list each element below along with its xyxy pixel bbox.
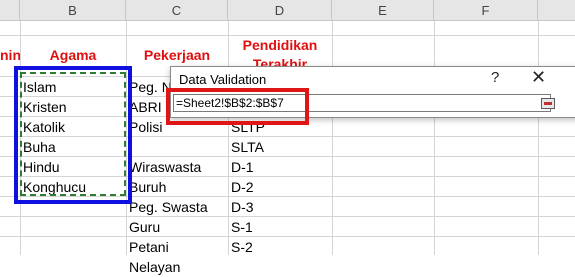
column-header-f[interactable]: F: [434, 0, 538, 21]
cell-pendidikan[interactable]: S-2: [228, 237, 332, 257]
cell-pendidikan[interactable]: S-1: [228, 217, 332, 237]
grid-line: [332, 21, 333, 255]
help-icon[interactable]: ?: [491, 69, 499, 86]
highlight-box-red: [166, 88, 309, 125]
dialog-title: Data Validation: [179, 72, 267, 87]
header-cell-pendidikan: Pendidikan: [242, 37, 318, 53]
highlight-box-blue: [14, 66, 132, 204]
column-header-b[interactable]: B: [20, 0, 126, 21]
cell-pendidikan[interactable]: D-3: [228, 197, 332, 217]
column-header-e[interactable]: E: [332, 0, 434, 21]
cell-pekerjaan[interactable]: Nelayan: [126, 257, 228, 277]
column-header-d[interactable]: D: [228, 0, 332, 21]
header-cell-partial: nin: [0, 47, 20, 63]
header-cell-pendidikan-line2: Terakhir: [252, 56, 308, 66]
cell-pendidikan[interactable]: D-2: [228, 177, 332, 197]
close-icon[interactable]: ✕: [531, 67, 546, 88]
header-cell-pekerjaan: Pekerjaan: [143, 47, 211, 63]
cell-pekerjaan[interactable]: Petani: [126, 237, 228, 257]
cell-pendidikan[interactable]: D-1: [228, 157, 332, 177]
cell-pekerjaan[interactable]: Wiraswasta: [126, 157, 228, 177]
grid-line: [0, 35, 575, 36]
cell-pekerjaan[interactable]: Guru: [126, 217, 228, 237]
cell-pekerjaan[interactable]: Peg. Swasta: [126, 197, 228, 217]
cell-pekerjaan[interactable]: Buruh: [126, 177, 228, 197]
header-cell-agama: Agama: [49, 47, 97, 63]
column-header-a[interactable]: [0, 0, 20, 21]
column-header-c[interactable]: C: [126, 0, 228, 21]
expand-dialog-icon[interactable]: [541, 98, 555, 109]
grid-line: [434, 21, 435, 255]
spreadsheet-grid: B C D E F nin Agama Pekerjaan Pendidikan…: [0, 0, 575, 275]
column-header-g[interactable]: [538, 0, 575, 21]
grid-line: [538, 21, 539, 255]
cell-pendidikan[interactable]: SLTA: [228, 137, 332, 157]
